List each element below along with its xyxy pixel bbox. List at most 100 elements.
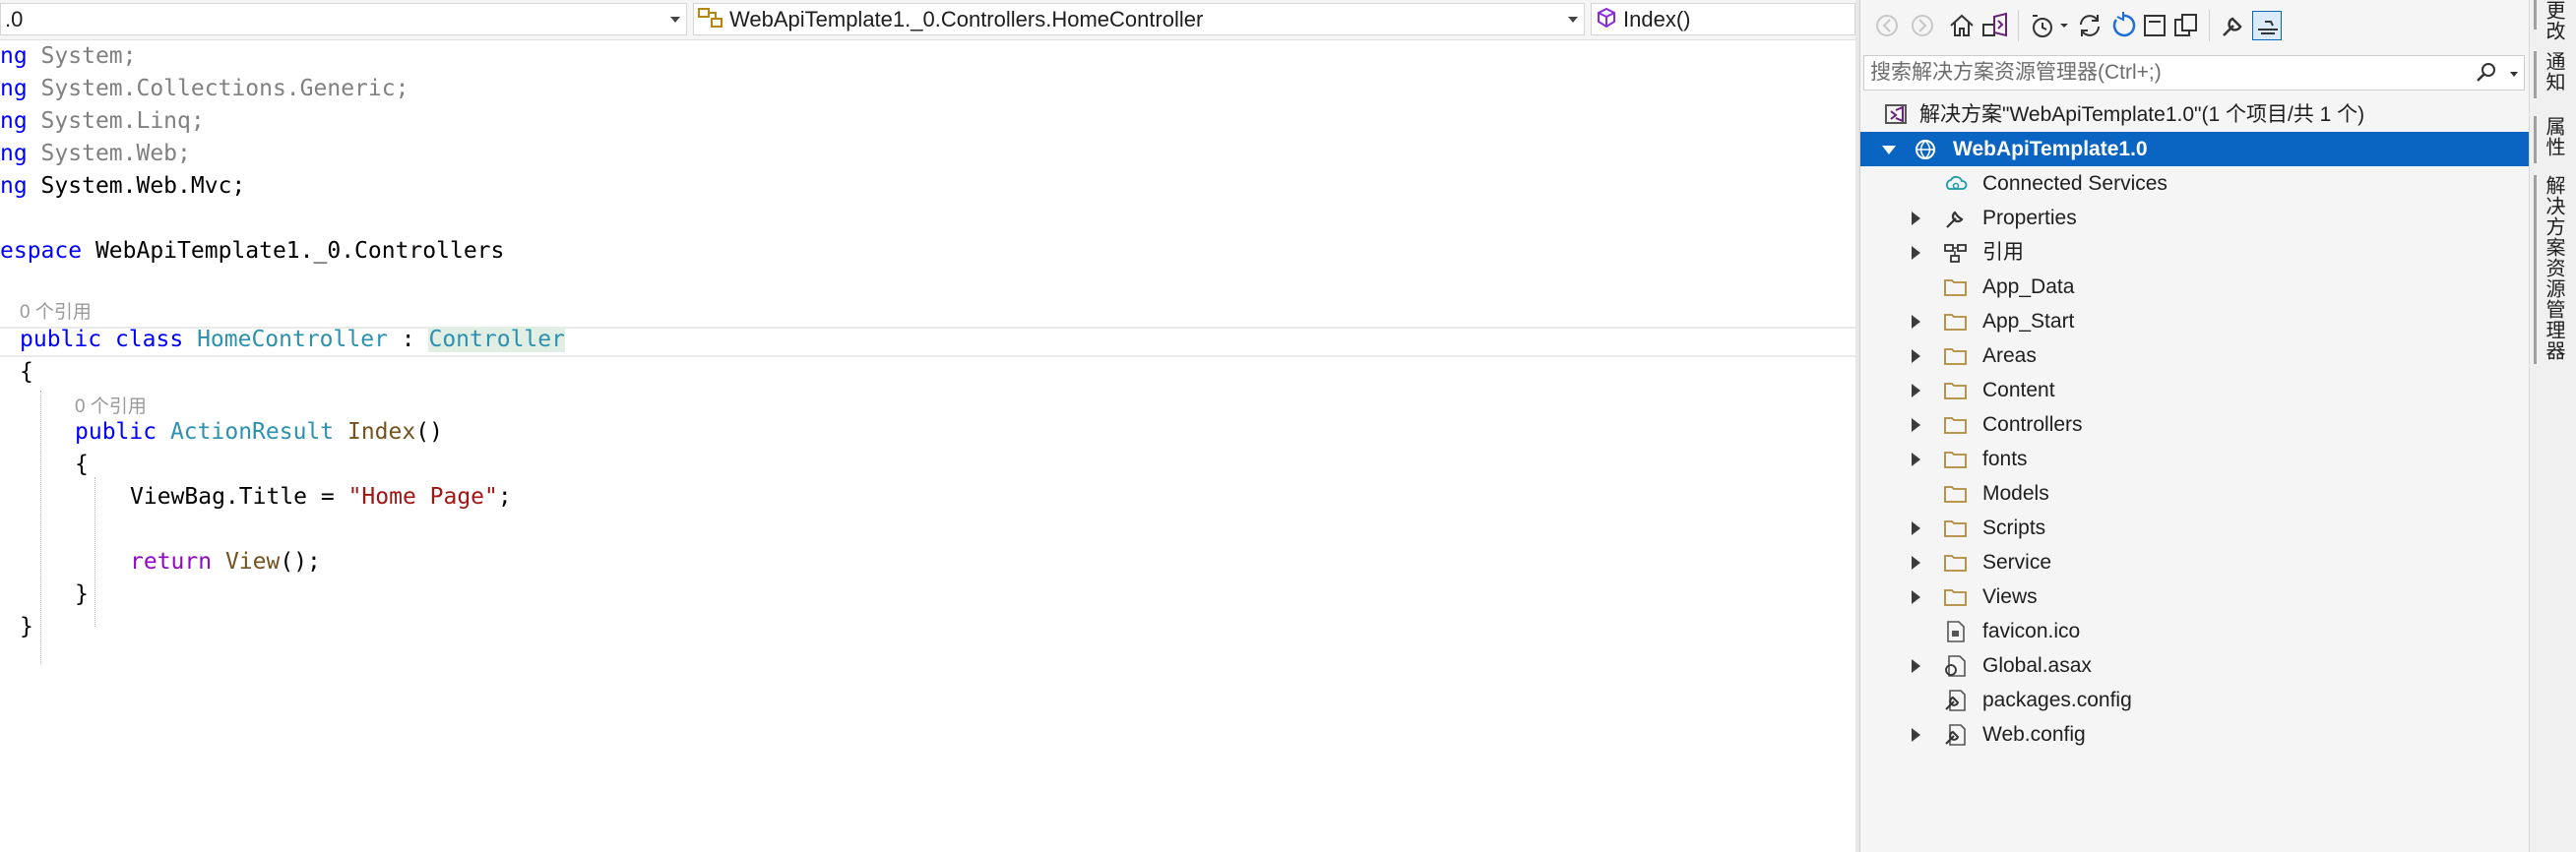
collapse-all-button[interactable]	[2140, 11, 2169, 40]
tree-item-solution[interactable]: 解决方案"WebApiTemplate1.0"(1 个项目/共 1 个)	[1860, 97, 2530, 132]
tree-item-label: Models	[1982, 482, 2049, 505]
tree-item-label: Web.config	[1982, 723, 2086, 746]
solution-explorer-toolbar	[1860, 0, 2530, 51]
preview-selected-items-button[interactable]	[2252, 11, 2282, 40]
preview-icon	[2258, 21, 2278, 34]
tree-item[interactable]: Models	[1860, 476, 2530, 511]
solution-search-box[interactable]	[1863, 55, 2525, 91]
tab-indicator	[2534, 175, 2537, 364]
tree-item[interactable]: Views	[1860, 579, 2530, 614]
wrench-icon	[2223, 17, 2242, 36]
tree-item[interactable]: App_Data	[1860, 270, 2530, 304]
tree-item-label: favicon.ico	[1982, 620, 2081, 642]
tab-properties[interactable]: 属性	[2540, 116, 2568, 157]
code-line-method: public ActionResult Index()	[75, 419, 443, 445]
tree-item[interactable]: favicon.ico	[1860, 614, 2530, 648]
code-editor[interactable]: ng System; ng System.Collections.Generic…	[0, 40, 1855, 852]
tree-item-label: Scripts	[1982, 517, 2046, 539]
project-dropdown[interactable]: .0	[0, 3, 687, 35]
collapsed-triangle-icon[interactable]	[1912, 384, 1920, 397]
tree-item-label: Global.asax	[1982, 654, 2092, 677]
collapsed-triangle-icon[interactable]	[1912, 728, 1920, 742]
collapsed-triangle-icon[interactable]	[1912, 453, 1920, 466]
pending-changes-filter-button[interactable]	[2028, 11, 2057, 40]
tree-item[interactable]: Service	[1860, 545, 2530, 579]
tab-solution-explorer[interactable]: 解决方案资源管理器	[2540, 175, 2568, 361]
solution-search-input[interactable]	[1864, 56, 2463, 90]
tree-item-label: fonts	[1982, 448, 2028, 470]
visual-studio-icon	[1982, 12, 2007, 37]
home-icon	[1950, 14, 1974, 36]
collapsed-triangle-icon[interactable]	[1912, 418, 1920, 432]
web-project-icon	[1914, 138, 1939, 161]
forward-button[interactable]	[1908, 11, 1937, 40]
code-line-brace: {	[75, 452, 89, 477]
indent-guide	[40, 391, 41, 664]
tree-item-label: Controllers	[1982, 413, 2083, 436]
solution-explorer-panel: 解决方案"WebApiTemplate1.0"(1 个项目/共 1 个) Web…	[1859, 0, 2530, 852]
tree-item[interactable]: Connected Services	[1860, 166, 2530, 201]
collapsed-triangle-icon[interactable]	[1912, 521, 1920, 535]
code-line: ng System.Linq;	[0, 108, 205, 134]
tree-item[interactable]: 引用	[1860, 235, 2530, 270]
chevron-down-icon	[670, 17, 680, 23]
tree-item[interactable]: App_Start	[1860, 304, 2530, 338]
switch-views-button[interactable]	[1980, 11, 2010, 40]
filter-dropdown-button[interactable]	[2057, 11, 2071, 40]
tree-item[interactable]: Global.asax	[1860, 648, 2530, 683]
show-all-files-icon	[2174, 14, 2197, 36]
tree-item-label: Service	[1982, 551, 2052, 574]
tree-item[interactable]: Controllers	[1860, 407, 2530, 442]
image-file-icon	[1943, 620, 1969, 643]
toolbar-separator	[2209, 10, 2210, 41]
member-dropdown[interactable]: Index()	[1591, 3, 1855, 35]
code-line: ng System.Collections.Generic;	[0, 76, 409, 101]
tab-git-changes[interactable]: 更改	[2540, 0, 2568, 41]
refresh-button[interactable]	[2108, 11, 2138, 40]
tree-item-label: Content	[1982, 379, 2055, 401]
folder-icon	[1943, 551, 1969, 575]
show-all-files-button[interactable]	[2171, 11, 2201, 40]
code-line-brace: {	[20, 359, 33, 385]
collapse-all-icon	[2144, 15, 2166, 36]
indent-guide	[94, 477, 95, 627]
tree-item[interactable]: Web.config	[1860, 717, 2530, 752]
class-dropdown[interactable]: WebApiTemplate1._0.Controllers.HomeContr…	[693, 3, 1585, 35]
collapsed-triangle-icon[interactable]	[1912, 315, 1920, 329]
code-line-viewbag: ViewBag.Title = "Home Page";	[130, 484, 512, 510]
collapsed-triangle-icon[interactable]	[1912, 212, 1920, 225]
tree-item[interactable]: Scripts	[1860, 511, 2530, 545]
tree-item-label: WebApiTemplate1.0	[1953, 138, 2148, 160]
tree-item[interactable]: Content	[1860, 373, 2530, 407]
properties-button[interactable]	[2219, 11, 2248, 40]
home-button[interactable]	[1947, 11, 1977, 40]
class-icon	[698, 6, 723, 34]
tree-item[interactable]: Properties	[1860, 201, 2530, 235]
tab-notifications[interactable]: 通知	[2540, 51, 2568, 92]
references-icon	[1943, 241, 1969, 265]
folder-icon	[1943, 585, 1969, 609]
expanded-triangle-icon[interactable]	[1882, 146, 1896, 154]
tree-item-label: Areas	[1982, 344, 2037, 367]
back-button[interactable]	[1872, 11, 1902, 40]
collapsed-triangle-icon[interactable]	[1912, 246, 1920, 260]
tree-item-label: 引用	[1982, 241, 2024, 264]
collapsed-triangle-icon[interactable]	[1912, 590, 1920, 604]
collapsed-triangle-icon[interactable]	[1912, 556, 1920, 570]
back-arrow-icon	[1876, 15, 1898, 36]
tree-item[interactable]: packages.config	[1860, 683, 2530, 717]
collapsed-triangle-icon[interactable]	[1912, 659, 1920, 673]
code-line: ng System.Web;	[0, 141, 191, 166]
forward-arrow-icon	[1912, 15, 1933, 36]
tree-item[interactable]: Areas	[1860, 338, 2530, 373]
chevron-down-icon[interactable]	[2510, 72, 2518, 77]
class-dropdown-value: WebApiTemplate1._0.Controllers.HomeContr…	[729, 7, 1204, 31]
sync-button[interactable]	[2075, 11, 2105, 40]
tree-item-label: Connected Services	[1982, 172, 2168, 195]
search-icon[interactable]	[2475, 61, 2498, 90]
tree-item-label: Properties	[1982, 207, 2077, 229]
tree-item[interactable]: fonts	[1860, 442, 2530, 476]
tree-item-project[interactable]: WebApiTemplate1.0	[1860, 132, 2530, 166]
tab-indicator	[2534, 116, 2537, 163]
collapsed-triangle-icon[interactable]	[1912, 349, 1920, 363]
